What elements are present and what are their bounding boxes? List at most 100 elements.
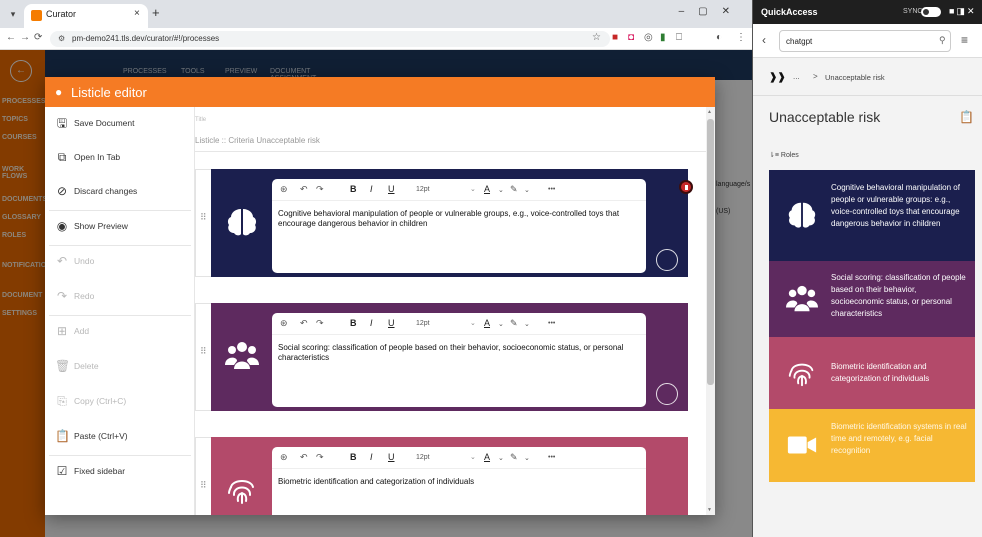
open-in-tab-button[interactable]: ⧉ Open In Tab [45,141,195,175]
underline-button[interactable]: U [388,318,395,328]
open-in-tab-icon: ⧉ [57,150,67,164]
underline-button[interactable]: U [388,184,395,194]
roles-label[interactable]: ⇂≡ Roles [769,151,799,159]
rich-text-editor[interactable]: ⊛ ↶ ↷ B I U 12pt ⌄ A ⌄ ✎ [272,179,646,273]
chevron-down-icon[interactable]: ⌄ [524,186,530,194]
font-size-select[interactable]: 12pt [416,320,430,327]
sync-toggle[interactable] [921,7,941,17]
extension-red-icon[interactable]: ■ [612,32,618,43]
italic-button[interactable]: I [370,318,373,328]
redo-icon[interactable]: ↷ [316,318,324,329]
address-bar[interactable]: ⚙ pm-demo241.tls.dev/curator/#!/processe… [50,31,610,47]
more-options-button[interactable]: ••• [548,454,555,461]
ai-icon[interactable]: ⊛ [280,318,288,329]
editor-text[interactable]: Cognitive behavioral manipulation of peo… [278,209,640,229]
show-preview-button[interactable]: ◉ Show Preview [45,210,195,244]
bold-button[interactable]: B [350,452,357,462]
chevron-down-icon[interactable]: ⌄ [498,320,504,328]
search-icon[interactable]: ⚲ [939,35,946,46]
window-controls[interactable]: –▢✕ [679,6,744,17]
text-color-button[interactable]: A [484,184,490,194]
font-size-select[interactable]: 12pt [416,186,430,193]
panel-window-controls[interactable]: ■◨✕ [949,6,976,17]
reload-icon[interactable]: ⟳ [34,32,42,43]
underline-button[interactable]: U [388,452,395,462]
back-icon[interactable]: ← [6,32,16,43]
profile-icon[interactable]: ◐ [716,32,722,43]
status-circle-icon[interactable] [656,383,678,405]
bold-button[interactable]: B [350,318,357,328]
redo-icon[interactable]: ↷ [316,452,324,463]
more-options-button[interactable]: ••• [548,186,555,193]
discard-changes-button[interactable]: ⊘ Discard changes [45,175,195,209]
tab-search-icon[interactable]: ▾ [6,7,20,21]
save-document-button[interactable]: 🖫 Save Document [45,107,195,141]
text-color-button[interactable]: A [484,318,490,328]
rich-text-editor[interactable]: ⊛ ↶ ↷ B I U 12pt ⌄ A ⌄ ✎ [272,447,646,515]
back-chevron-icon[interactable]: ‹ [762,33,766,47]
add-button[interactable]: ⊞ Add [45,315,195,349]
hamburger-menu-icon[interactable]: ≡ [961,33,968,47]
role-card[interactable]: Social scoring: classification of people… [769,261,975,337]
status-circle-icon[interactable] [656,249,678,271]
editor-text[interactable]: Social scoring: classification of people… [278,343,640,363]
scroll-down-icon[interactable]: ▼ [707,507,712,513]
role-card[interactable]: Biometric identification and categorizat… [769,337,975,409]
new-tab-icon[interactable]: + [152,5,160,20]
undo-button[interactable]: ↶ Undo [45,245,195,279]
copy-button[interactable]: ⎘ Copy (Ctrl+C) [45,385,195,419]
camera-extension-icon[interactable]: ◎ [644,32,653,43]
extension-green-icon[interactable]: ▮ [660,32,666,43]
role-card[interactable]: Biometric identification systems in real… [769,409,975,482]
redo-icon[interactable]: ↷ [316,184,324,195]
chevron-down-icon[interactable]: ⌄ [498,186,504,194]
editor-scrollbar[interactable]: ▲ ▼ [706,107,715,515]
title-field-value[interactable]: Listicle :: Criteria Unacceptable risk [195,136,320,145]
scroll-up-icon[interactable]: ▲ [707,109,712,115]
role-card[interactable]: Cognitive behavioral manipulation of peo… [769,170,975,261]
home-logo-icon[interactable]: ❱❱ [769,72,786,83]
redo-button[interactable]: ↷ Redo [45,280,195,314]
chevron-down-icon[interactable]: ⌄ [524,454,530,462]
browser-tab-curator[interactable]: Curator × [24,4,148,28]
delete-card-button[interactable] [679,180,693,194]
drag-handle[interactable]: ⠿ [195,169,211,277]
bold-button[interactable]: B [350,184,357,194]
editor-text[interactable]: Biometric identification and categorizat… [278,477,640,487]
site-info-icon[interactable]: ⚙ [58,34,65,43]
paste-button[interactable]: 📋 Paste (Ctrl+V) [45,420,195,454]
breadcrumb-ellipsis[interactable]: ... [793,72,800,81]
clipboard-icon[interactable]: 📋 [959,110,974,124]
bookmark-star-icon[interactable]: ☆ [592,32,601,43]
highlight-pen-icon[interactable]: ✎ [510,184,518,195]
drag-handle[interactable]: ⠿ [195,303,211,411]
rich-text-editor[interactable]: ⊛ ↶ ↷ B I U 12pt ⌄ A ⌄ ✎ [272,313,646,407]
forward-icon[interactable]: → [20,32,30,43]
chevron-down-icon[interactable]: ⌄ [498,454,504,462]
ai-icon[interactable]: ⊛ [280,452,288,463]
delete-button[interactable]: 🗑 Delete [45,350,195,384]
undo-icon[interactable]: ↶ [300,452,308,463]
undo-icon[interactable]: ↶ [300,184,308,195]
extensions-icon[interactable]: ⎕ [676,32,682,43]
fixed-sidebar-checkbox[interactable]: ☑ Fixed sidebar [45,455,195,489]
pocket-icon[interactable]: ◘ [628,32,634,43]
quickaccess-search-input[interactable] [779,30,951,52]
undo-icon[interactable]: ↶ [300,318,308,329]
font-size-select[interactable]: 12pt [416,454,430,461]
text-color-button[interactable]: A [484,452,490,462]
chevron-down-icon[interactable]: ⌄ [470,453,476,461]
ai-icon[interactable]: ⊛ [280,184,288,195]
highlight-pen-icon[interactable]: ✎ [510,318,518,329]
more-options-button[interactable]: ••• [548,320,555,327]
tab-close-icon[interactable]: × [134,8,140,19]
drag-handle[interactable]: ⠿ [195,437,211,515]
chevron-down-icon[interactable]: ⌄ [524,320,530,328]
highlight-pen-icon[interactable]: ✎ [510,452,518,463]
chevron-down-icon[interactable]: ⌄ [470,319,476,327]
scroll-thumb[interactable] [707,119,714,385]
browser-menu-icon[interactable]: ⋮ [736,32,746,43]
italic-button[interactable]: I [370,184,373,194]
italic-button[interactable]: I [370,452,373,462]
chevron-down-icon[interactable]: ⌄ [470,185,476,193]
